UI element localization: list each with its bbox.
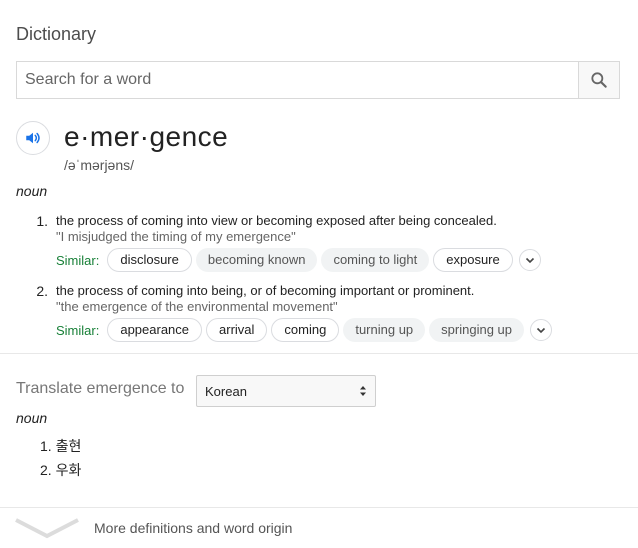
definition-number: 1.	[36, 213, 48, 229]
translation-text: 우화	[55, 462, 82, 478]
speaker-icon	[26, 132, 40, 144]
divider	[0, 353, 638, 354]
search-input[interactable]	[17, 62, 578, 98]
definition-text: the process of coming into view or becom…	[56, 213, 497, 228]
definition-number: 2.	[36, 283, 48, 299]
similar-words-row: Similar: disclosure becoming known comin…	[56, 248, 541, 272]
phonetic: /əˈmərjəns/	[64, 157, 135, 173]
similar-chip[interactable]: arrival	[206, 318, 268, 342]
translate-part-of-speech: noun	[16, 410, 48, 426]
language-select[interactable]: Korean	[196, 375, 376, 407]
more-definitions-link[interactable]: More definitions and word origin	[94, 520, 292, 536]
chevron-down-icon	[525, 257, 534, 264]
headword: e·mer·gence	[64, 121, 229, 152]
translation-number: 1.	[40, 438, 52, 454]
search-button[interactable]	[578, 62, 619, 98]
language-select-value: Korean	[205, 383, 247, 399]
search-icon	[591, 72, 607, 88]
definition-example: "the emergence of the environmental move…	[56, 299, 338, 314]
translation-item: 2. 우화	[40, 460, 81, 480]
divider	[0, 507, 638, 508]
definition-text: the process of coming into being, or of …	[56, 283, 475, 298]
similar-chip[interactable]: coming	[271, 318, 340, 342]
translate-label: Translate emergence to	[16, 380, 185, 397]
similar-label: Similar:	[56, 322, 100, 338]
expand-similar-button[interactable]	[530, 319, 552, 341]
dictionary-title: Dictionary	[16, 24, 97, 44]
similar-words-row: Similar: appearance arrival coming turni…	[56, 318, 552, 342]
translation-text: 출현	[55, 438, 82, 454]
chevron-down-icon	[536, 327, 546, 334]
similar-chip[interactable]: exposure	[433, 248, 513, 272]
part-of-speech: noun	[16, 183, 48, 199]
similar-chip[interactable]: appearance	[107, 318, 203, 342]
similar-label: Similar:	[56, 252, 100, 268]
similar-chip[interactable]: becoming known	[195, 248, 318, 272]
pronounce-button[interactable]	[16, 121, 50, 155]
select-arrows-icon	[360, 386, 366, 396]
search-box	[16, 61, 620, 99]
similar-chip[interactable]: coming to light	[321, 248, 430, 272]
definition-example: "I misjudged the timing of my emergence"	[56, 229, 296, 244]
chevron-down-icon[interactable]	[14, 516, 80, 540]
similar-chip[interactable]: disclosure	[107, 248, 192, 272]
translation-item: 1. 출현	[40, 436, 81, 456]
expand-similar-button[interactable]	[518, 249, 541, 271]
similar-chip[interactable]: turning up	[343, 318, 426, 342]
translation-number: 2.	[40, 462, 52, 478]
similar-chip[interactable]: springing up	[429, 318, 524, 342]
